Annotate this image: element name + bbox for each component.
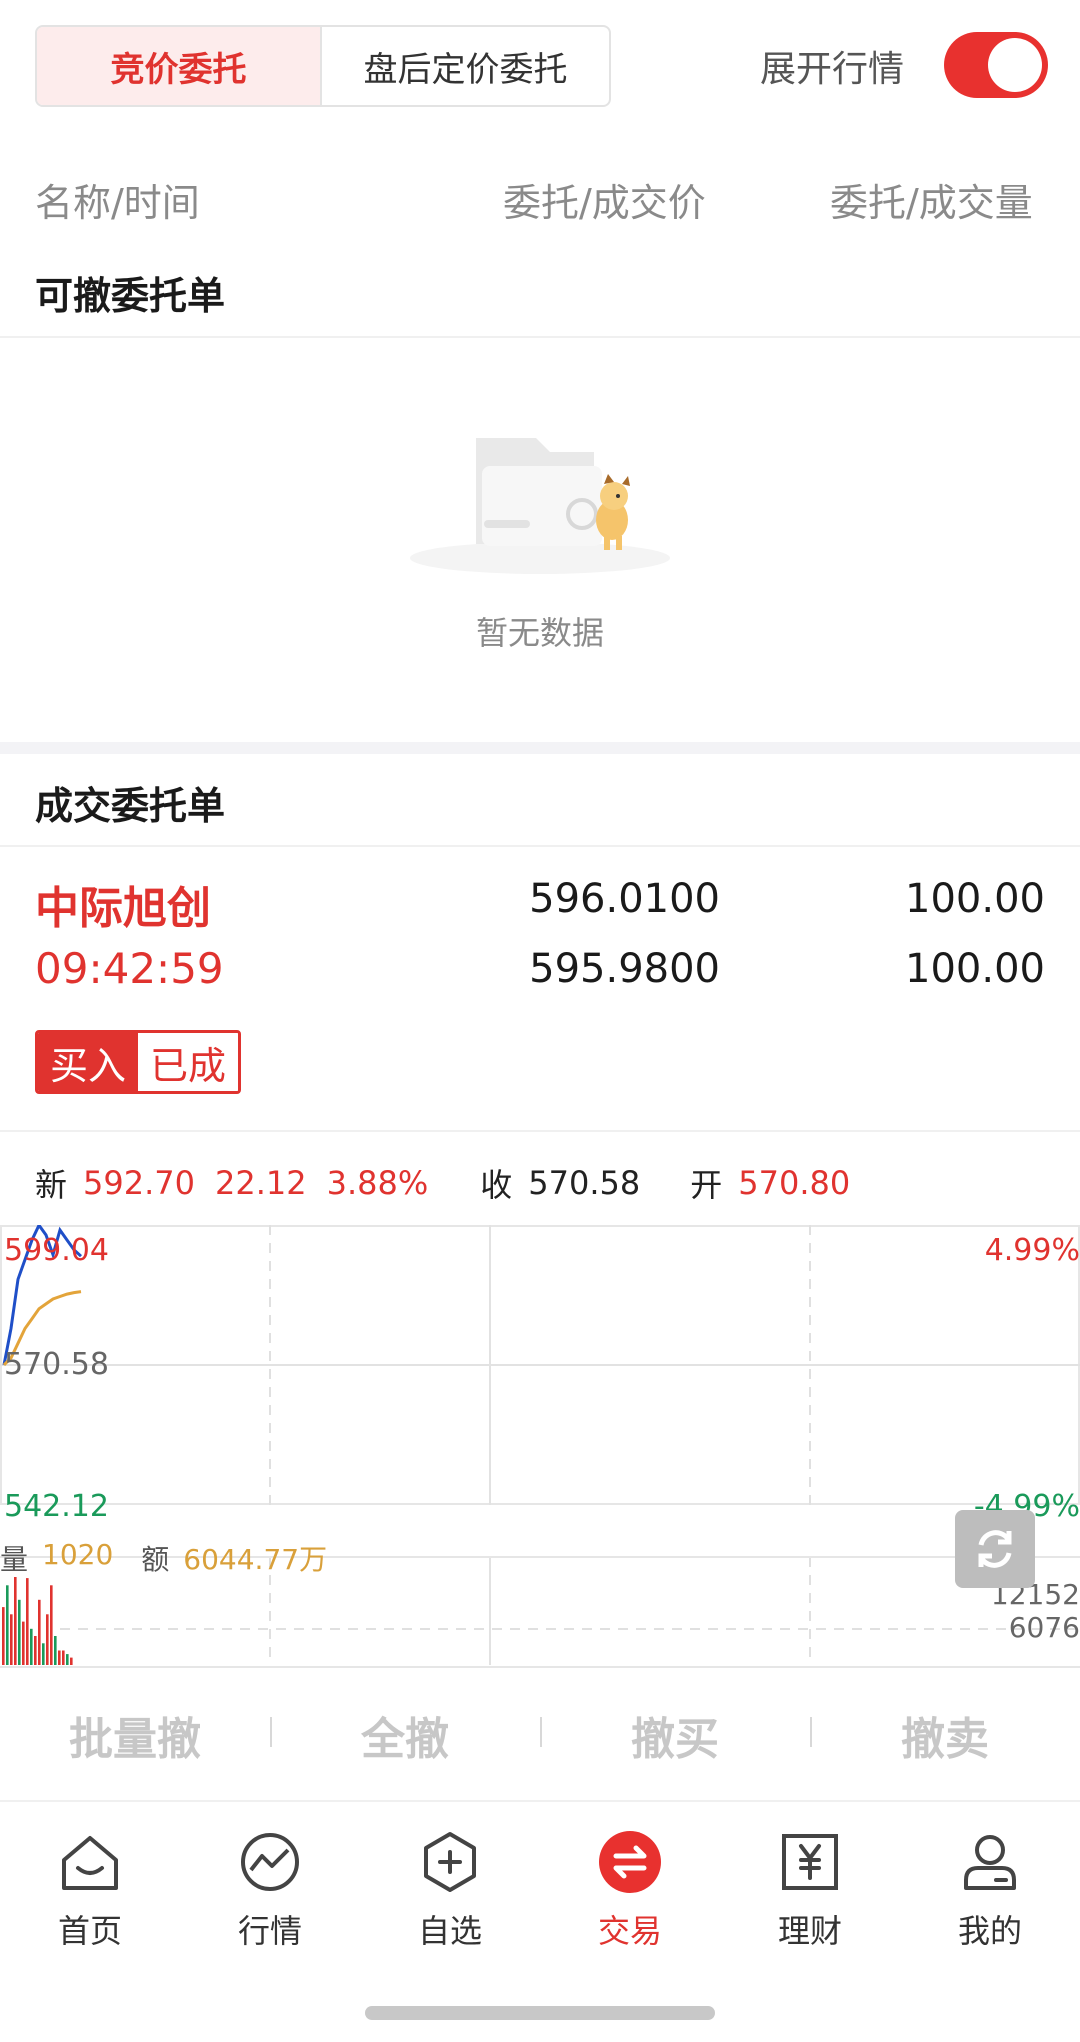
volume-bar xyxy=(14,1577,17,1665)
open-label: 开 xyxy=(690,1166,723,1204)
order-actions: 批量撤 全撤 撤买 撤卖 xyxy=(0,1680,1080,1790)
order-status: 已成 xyxy=(138,1033,239,1091)
cancel-sell-button[interactable]: 撤卖 xyxy=(810,1703,1080,1767)
cancel-buy-button[interactable]: 撤买 xyxy=(540,1703,810,1767)
volume-bar xyxy=(30,1628,33,1665)
nav-market[interactable]: 行情 xyxy=(180,1802,360,1970)
home-indicator xyxy=(365,2006,715,2020)
nav-home[interactable]: 首页 xyxy=(0,1802,180,1970)
volume-bar xyxy=(70,1657,73,1665)
amount-value: 6044.77万 xyxy=(183,1543,328,1576)
volume-summary: 量 1020 额 6044.77万 xyxy=(0,1538,327,1578)
nav-label: 交易 xyxy=(597,1912,662,1950)
section-separator xyxy=(0,742,1080,754)
chart-low-label: 542.12 xyxy=(4,1489,109,1524)
volume-bar xyxy=(34,1636,37,1665)
divider xyxy=(0,1130,1080,1132)
finance-icon xyxy=(782,1834,838,1890)
order-stock-name: 中际旭创 xyxy=(35,883,211,934)
column-name-time: 名称/时间 xyxy=(35,181,200,225)
open-price: 570.80 xyxy=(738,1164,851,1202)
volume-bar xyxy=(62,1650,65,1665)
chart-high-label: 599.04 xyxy=(4,1233,109,1268)
trade-icon xyxy=(599,1831,661,1893)
quote-summary: 新 592.70 22.12 3.88% 收 570.58 开 570.80 xyxy=(35,1160,870,1206)
nav-label: 自选 xyxy=(417,1912,482,1950)
home-icon xyxy=(62,1836,118,1890)
volume-bar xyxy=(2,1607,5,1665)
refresh-icon xyxy=(978,1530,1012,1568)
nav-label: 理财 xyxy=(777,1912,842,1950)
volume-value: 1020 xyxy=(42,1538,114,1571)
volume-bar xyxy=(6,1585,9,1665)
close-price: 570.58 xyxy=(528,1164,641,1202)
favorites-icon xyxy=(424,1832,476,1892)
volume-bar xyxy=(10,1614,13,1665)
refresh-button[interactable] xyxy=(955,1510,1035,1588)
bottom-nav: 首页 行情 自选 交易 理财 我的 xyxy=(0,1800,1080,1970)
batch-cancel-button[interactable]: 批量撤 xyxy=(0,1703,270,1767)
chart-svg xyxy=(0,1225,1080,1668)
divider xyxy=(0,845,1080,847)
cancelable-orders-title: 可撤委托单 xyxy=(35,274,226,318)
price-change: 22.12 xyxy=(214,1164,307,1202)
profile-icon xyxy=(964,1835,1016,1890)
nav-trade[interactable]: 交易 xyxy=(540,1802,720,1970)
intraday-chart[interactable]: 599.04 570.58 542.12 4.99% -4.99% 12152 … xyxy=(0,1225,1080,1670)
nav-finance[interactable]: 理财 xyxy=(720,1802,900,1970)
order-side: 买入 xyxy=(38,1033,139,1091)
volume-bar xyxy=(42,1643,45,1665)
chart-base-label: 570.58 xyxy=(4,1347,109,1382)
empty-illustration xyxy=(410,438,670,574)
market-icon xyxy=(241,1833,299,1891)
volume-bar xyxy=(54,1636,57,1665)
volume-bar xyxy=(66,1654,69,1665)
volume-bar xyxy=(58,1650,61,1665)
tab-auction-order[interactable]: 竞价委托 xyxy=(37,27,322,105)
toggle-knob xyxy=(988,38,1042,92)
new-price: 592.70 xyxy=(83,1164,195,1202)
empty-state-text: 暂无数据 xyxy=(475,614,604,652)
expand-quote-toggle[interactable] xyxy=(944,32,1048,98)
volume-label: 量 xyxy=(0,1543,29,1576)
nav-label: 首页 xyxy=(57,1912,122,1950)
volume-bar xyxy=(50,1585,53,1665)
nav-favorites[interactable]: 自选 xyxy=(360,1802,540,1970)
expand-quote-label: 展开行情 xyxy=(760,49,905,90)
deal-price: 595.9800 xyxy=(529,946,720,992)
volume-mid-label: 6076 xyxy=(1008,1611,1080,1644)
nav-label: 行情 xyxy=(237,1912,302,1950)
close-label: 收 xyxy=(480,1166,513,1204)
order-price: 596.0100 xyxy=(529,876,720,922)
order-type-tabs: 竞价委托 盘后定价委托 xyxy=(35,25,611,107)
volume-bar xyxy=(22,1621,25,1665)
volume-bar xyxy=(26,1578,29,1665)
order-time: 09:42:59 xyxy=(35,944,224,993)
chart-grid xyxy=(0,1225,1080,1668)
volume-bar xyxy=(38,1599,41,1665)
volume-bar xyxy=(18,1599,21,1665)
column-price: 委托/成交价 xyxy=(503,181,706,225)
new-label: 新 xyxy=(35,1166,68,1204)
nav-label: 我的 xyxy=(957,1912,1022,1950)
amount-label: 额 xyxy=(141,1543,170,1576)
nav-profile[interactable]: 我的 xyxy=(900,1802,1080,1970)
deal-qty: 100.00 xyxy=(905,946,1045,992)
volume-bars xyxy=(2,1577,73,1665)
filled-orders-title: 成交委托单 xyxy=(35,784,226,828)
divider xyxy=(0,336,1080,338)
cancel-all-button[interactable]: 全撤 xyxy=(270,1703,540,1767)
chart-up-pct: 4.99% xyxy=(984,1233,1080,1268)
order-status-badge: 买入 已成 xyxy=(35,1030,242,1094)
tab-after-hours-order[interactable]: 盘后定价委托 xyxy=(322,27,609,105)
price-change-pct: 3.88% xyxy=(326,1164,429,1202)
volume-bar xyxy=(46,1614,49,1665)
column-qty: 委托/成交量 xyxy=(830,181,1033,225)
order-qty: 100.00 xyxy=(905,876,1045,922)
